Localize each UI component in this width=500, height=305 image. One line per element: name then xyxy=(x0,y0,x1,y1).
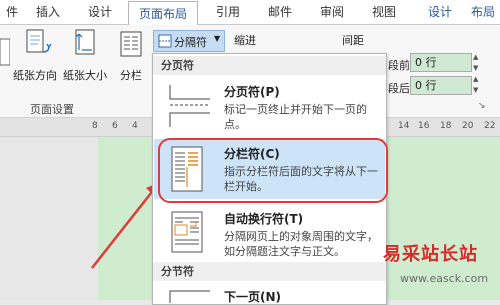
page-breaks-section-header: 分页符 xyxy=(153,56,386,75)
highlight-ring xyxy=(158,138,388,203)
next-page-icon xyxy=(169,290,210,303)
section-breaks-section-header: 分节符 xyxy=(153,262,386,281)
watermark-url: www.easck.com xyxy=(400,272,489,285)
next-page-title: 下一页(N) xyxy=(224,290,282,304)
text-wrapping-break-desc: 分隔网页上的对象周围的文字，如分隔题注文字与正文。 xyxy=(224,230,378,258)
menu-item-next-page[interactable]: 下一页(N) xyxy=(154,283,385,304)
menu-item-text-wrapping-break[interactable]: 自动换行符(T) 分隔网页上的对象周围的文字，如分隔题注文字与正文。 xyxy=(154,204,385,266)
watermark-logo: 易采站长站 xyxy=(383,244,478,265)
page-break-desc: 标记一页终止并开始下一页的点。 xyxy=(224,103,367,131)
menu-item-page-break[interactable]: 分页符(P) 标记一页终止并开始下一页的点。 xyxy=(154,77,385,135)
text-wrapping-break-title: 自动换行符(T) xyxy=(224,212,304,226)
page-break-title: 分页符(P) xyxy=(224,85,280,99)
text-wrapping-break-icon xyxy=(171,211,203,253)
page-break-icon xyxy=(169,85,210,127)
